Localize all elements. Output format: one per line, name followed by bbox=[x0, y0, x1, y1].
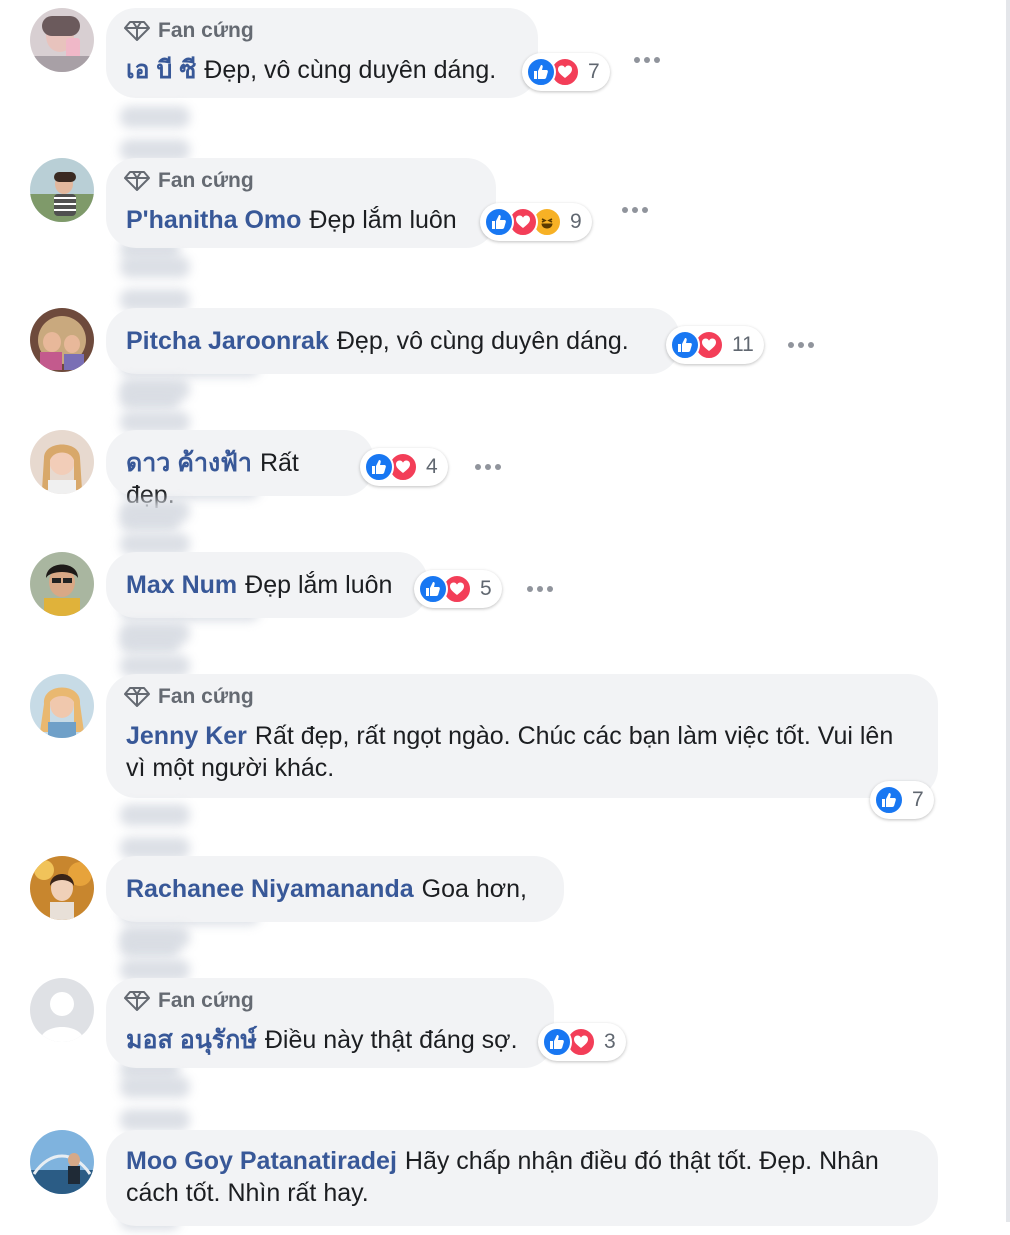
avatar[interactable] bbox=[30, 158, 94, 222]
comment-author[interactable]: มอส อนุรักษ์ bbox=[126, 1026, 257, 1054]
diamond-icon bbox=[124, 687, 150, 707]
avatar[interactable] bbox=[30, 978, 94, 1042]
comment-text: Đẹp lắm luôn bbox=[245, 571, 393, 599]
comment-author[interactable]: Max Num bbox=[126, 571, 237, 599]
comment-bubble: Max Num Đẹp lắm luôn bbox=[106, 552, 428, 618]
fan-badge-label: Fan cứng bbox=[158, 685, 254, 708]
comment-text: Đẹp lắm luôn bbox=[309, 206, 457, 234]
reaction-count: 4 bbox=[426, 455, 438, 478]
comment-text-block: Pitcha Jaroonrak Đẹp, vô cùng duyên dáng. bbox=[126, 325, 660, 357]
reaction-summary[interactable]: 11 bbox=[666, 326, 764, 364]
diamond-icon bbox=[124, 21, 150, 41]
comment-text: Đẹp, vô cùng duyên dáng. bbox=[336, 327, 629, 355]
comment-actions-blurred bbox=[120, 798, 284, 958]
comment-text-block: เอ บี ซี Đẹp, vô cùng duyên dáng. bbox=[126, 54, 518, 86]
avatar[interactable] bbox=[30, 674, 94, 738]
reaction-summary[interactable]: 7 bbox=[522, 53, 610, 91]
comment-text: Goa hơn, bbox=[421, 875, 527, 903]
comment-author[interactable]: เอ บี ซี bbox=[126, 56, 196, 84]
avatar[interactable] bbox=[30, 430, 94, 494]
comment-author[interactable]: P'hanitha Omo bbox=[126, 206, 301, 234]
comment-text-block: Rachanee Niyamananda Goa hơn, bbox=[126, 873, 544, 905]
comment-author[interactable]: Jenny Ker bbox=[126, 722, 247, 750]
avatar[interactable] bbox=[30, 856, 94, 920]
comment-text: Đẹp, vô cùng duyên dáng. bbox=[204, 56, 497, 84]
like-icon bbox=[364, 452, 394, 482]
comment-text-block: Jenny Ker Rất đẹp, rất ngọt ngào. Chúc cá… bbox=[126, 720, 918, 784]
comment-text-block: P'hanitha Omo Đẹp lắm luôn bbox=[126, 204, 476, 236]
comment-bubble: Rachanee Niyamananda Goa hơn, bbox=[106, 856, 564, 922]
diamond-icon bbox=[124, 171, 150, 191]
reaction-summary[interactable]: 9 bbox=[480, 203, 592, 241]
comment-bubble: Fan cứng Jenny Ker Rất đẹp, rất ngọt ngào… bbox=[106, 674, 938, 798]
like-icon bbox=[526, 57, 556, 87]
like-icon bbox=[542, 1027, 572, 1057]
avatar[interactable] bbox=[30, 552, 94, 616]
comment-author[interactable]: Moo Goy Patanatiradej bbox=[126, 1147, 397, 1175]
comment-actions-blurred bbox=[120, 250, 284, 410]
comment-actions-blurred bbox=[120, 100, 284, 260]
comment-text-block: มอส อนุรักษ์ Điều này thật đáng sợ. bbox=[126, 1024, 534, 1056]
like-icon bbox=[670, 330, 700, 360]
reaction-summary[interactable]: 5 bbox=[414, 570, 502, 608]
comment-bubble: Fan cứng P'hanitha Omo Đẹp lắm luôn bbox=[106, 158, 496, 248]
scrollbar-track[interactable] bbox=[1006, 0, 1010, 1222]
reaction-count: 3 bbox=[604, 1030, 616, 1053]
comment-actions-blurred bbox=[120, 372, 284, 532]
reaction-count: 7 bbox=[588, 60, 600, 83]
reaction-count: 7 bbox=[912, 788, 924, 811]
diamond-icon bbox=[124, 991, 150, 1011]
comment-text-block: Max Num Đẹp lắm luôn bbox=[126, 569, 408, 601]
more-options-icon[interactable] bbox=[475, 463, 501, 471]
comment-text-block: Moo Goy Patanatiradej Hãy chấp nhận điều … bbox=[126, 1145, 918, 1209]
comment-actions-blurred bbox=[120, 616, 284, 776]
avatar[interactable] bbox=[30, 1130, 94, 1194]
comment-bubble: Moo Goy Patanatiradej Hãy chấp nhận điều … bbox=[106, 1130, 938, 1226]
comment-bubble: Fan cứng มอส อนุรักษ์ Điều này thật đáng … bbox=[106, 978, 554, 1068]
fan-badge-label: Fan cứng bbox=[158, 989, 254, 1012]
reaction-summary[interactable]: 3 bbox=[538, 1023, 626, 1061]
fan-badge: Fan cứng bbox=[124, 18, 254, 44]
fan-badge: Fan cứng bbox=[124, 684, 254, 710]
reaction-count: 9 bbox=[570, 210, 582, 233]
reaction-summary[interactable]: 4 bbox=[360, 448, 448, 486]
comment-author[interactable]: Pitcha Jaroonrak bbox=[126, 327, 329, 355]
comment-actions-blurred bbox=[120, 1070, 284, 1230]
reaction-summary[interactable]: 7 bbox=[870, 781, 934, 819]
reaction-count: 5 bbox=[480, 577, 492, 600]
avatar[interactable] bbox=[30, 8, 94, 72]
more-options-icon[interactable] bbox=[634, 56, 660, 64]
comment-actions-blurred bbox=[120, 494, 284, 654]
like-icon bbox=[484, 207, 514, 237]
like-icon bbox=[874, 785, 904, 815]
fan-badge: Fan cứng bbox=[124, 168, 254, 194]
comment-bubble: Fan cứng เอ บี ซี Đẹp, vô cùng duyên dáng… bbox=[106, 8, 538, 98]
more-options-icon[interactable] bbox=[622, 206, 648, 214]
more-options-icon[interactable] bbox=[788, 341, 814, 349]
comment-bubble: Pitcha Jaroonrak Đẹp, vô cùng duyên dáng. bbox=[106, 308, 680, 374]
comment-author[interactable]: ดาว ค้างฟ้า bbox=[126, 449, 252, 477]
more-options-icon[interactable] bbox=[527, 585, 553, 593]
fan-badge-label: Fan cứng bbox=[158, 19, 254, 42]
comment-actions-blurred bbox=[120, 920, 284, 1080]
comment-author[interactable]: Rachanee Niyamananda bbox=[126, 875, 414, 903]
comment-text: Điều này thật đáng sợ. bbox=[264, 1026, 518, 1054]
reaction-count: 11 bbox=[732, 333, 754, 356]
avatar[interactable] bbox=[30, 308, 94, 372]
fan-badge-label: Fan cứng bbox=[158, 169, 254, 192]
fan-badge: Fan cứng bbox=[124, 988, 254, 1014]
comment-bubble: ดาว ค้างฟ้า Rất đẹp. bbox=[106, 430, 374, 509]
like-icon bbox=[418, 574, 448, 604]
